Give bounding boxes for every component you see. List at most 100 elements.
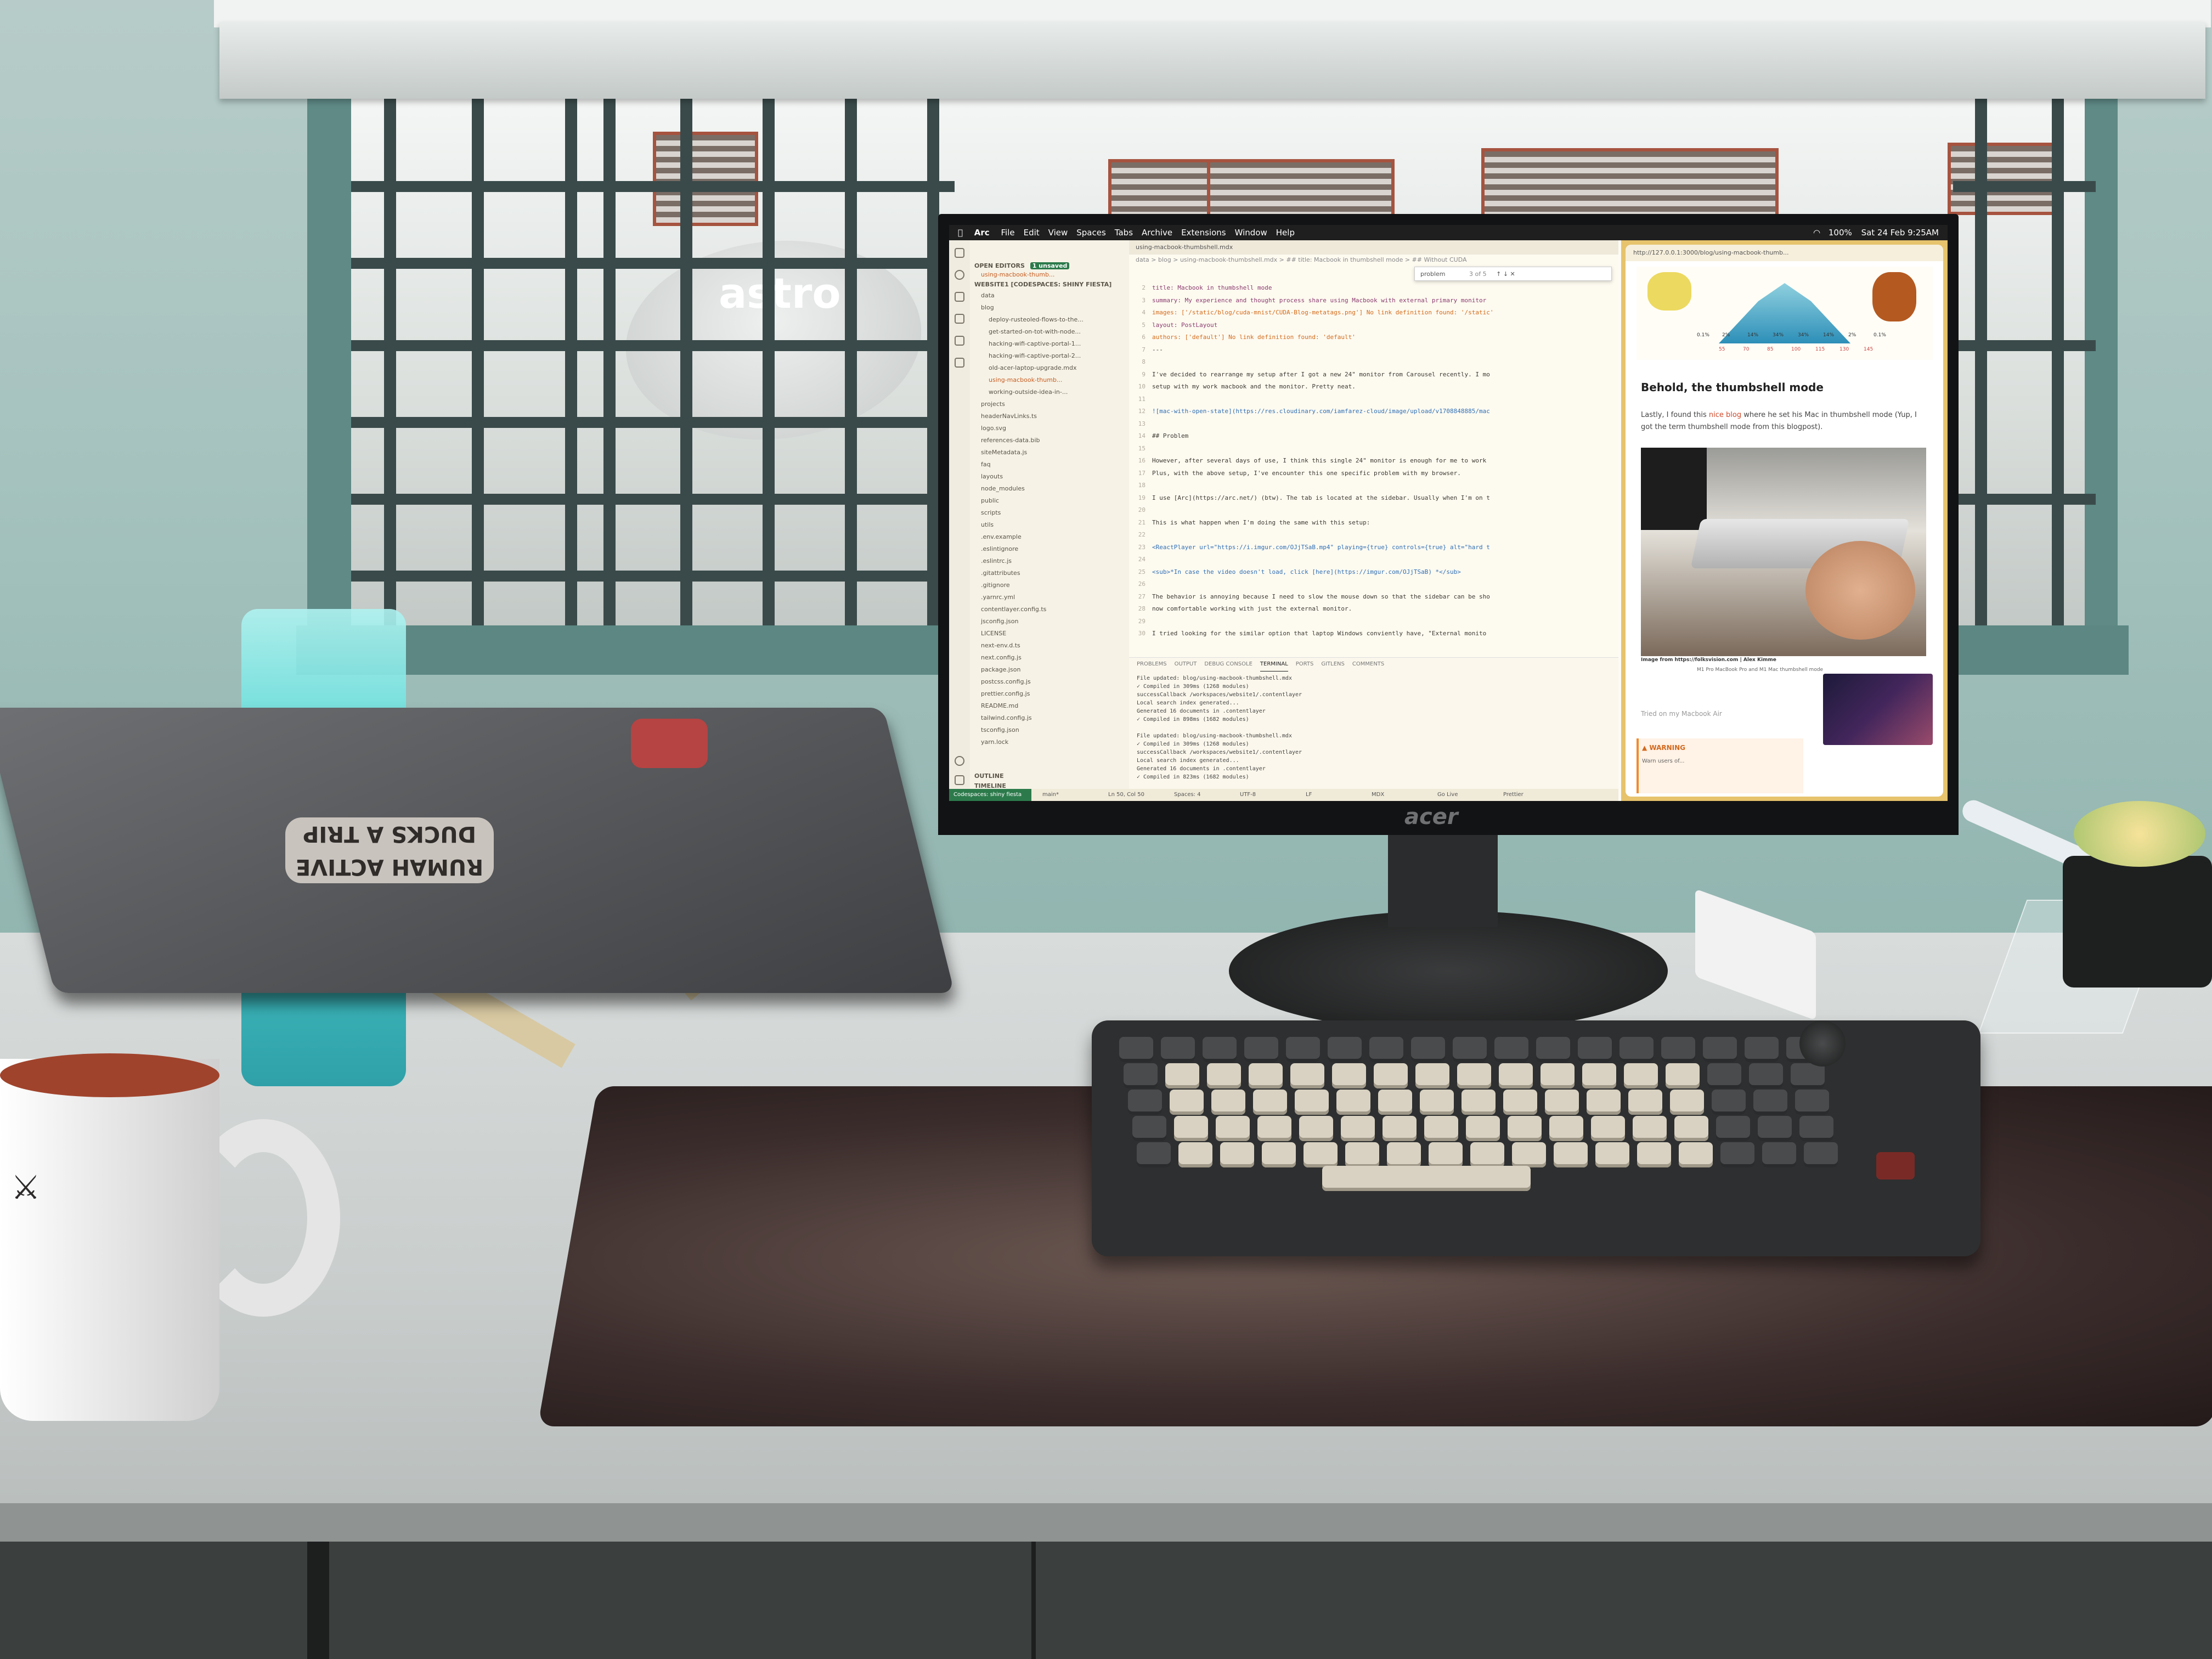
explorer-item[interactable]: .gitignore: [981, 582, 1010, 589]
explorer-item[interactable]: logo.svg: [981, 425, 1006, 432]
status-item[interactable]: Go Live: [1437, 789, 1458, 801]
explorer-item[interactable]: utils: [981, 521, 994, 528]
clock[interactable]: Sat 24 Feb 9:25AM: [1861, 228, 1939, 238]
code-line[interactable]: 23 <ReactPlayer url="https://i.imgur.com/…: [1129, 544, 1490, 551]
code-line[interactable]: 19 I use [Arc](https://arc.net/) (btw). T…: [1129, 494, 1490, 501]
menu-app-name[interactable]: Arc: [974, 225, 990, 240]
apple-icon[interactable]: : [958, 225, 963, 240]
explorer-item[interactable]: .yarnrc.yml: [981, 594, 1015, 601]
explorer-item[interactable]: old-acer-laptop-upgrade.mdx: [989, 364, 1077, 371]
code-line[interactable]: 26: [1129, 580, 1152, 588]
code-line[interactable]: 14 ## Problem: [1129, 432, 1188, 439]
code-line[interactable]: 7 ---: [1129, 346, 1163, 353]
code-line[interactable]: 17 Plus, with the above setup, I've encou…: [1129, 470, 1461, 477]
search-icon[interactable]: [955, 270, 964, 280]
explorer-item[interactable]: hacking-wifi-captive-portal-1...: [989, 340, 1081, 347]
explorer-item[interactable]: next-env.d.ts: [981, 642, 1020, 649]
workspace-header[interactable]: WEBSITE1 [CODESPACES: SHINY FIESTA]: [974, 281, 1111, 288]
code-line[interactable]: 6 authors: ['default'] No link definition…: [1129, 334, 1356, 341]
status-item[interactable]: Prettier: [1503, 789, 1523, 801]
run-debug-icon[interactable]: [955, 314, 964, 324]
explorer-item[interactable]: public: [981, 497, 999, 504]
video-thumbnail[interactable]: [1823, 674, 1933, 745]
code-line[interactable]: 20: [1129, 506, 1152, 514]
find-input[interactable]: problem: [1420, 270, 1446, 278]
menu-edit[interactable]: Edit: [1024, 225, 1040, 240]
code-line[interactable]: 13: [1129, 420, 1152, 427]
menu-window[interactable]: Window: [1235, 225, 1267, 240]
code-line[interactable]: 3 summary: My experience and thought proc…: [1129, 297, 1486, 304]
wifi-icon[interactable]: ◠: [1813, 228, 1820, 238]
explorer-item[interactable]: prettier.config.js: [981, 690, 1030, 697]
find-widget[interactable]: problem 3 of 5 ↑ ↓ ✕: [1414, 267, 1612, 281]
code-line[interactable]: 27 The behavior is annoying because I nee…: [1129, 593, 1490, 600]
explorer-item[interactable]: yarn.lock: [981, 738, 1008, 746]
code-line[interactable]: 2 title: Macbook in thumbshell mode: [1129, 284, 1272, 291]
remote-explorer-icon[interactable]: [955, 358, 964, 368]
open-editors-header[interactable]: OPEN EDITORS 1 unsaved: [974, 262, 1070, 269]
gear-icon[interactable]: [955, 775, 964, 785]
code-line[interactable]: 4 images: ['/static/blog/cuda-mnist/CUDA-…: [1129, 309, 1493, 316]
explorer-item[interactable]: package.json: [981, 666, 1020, 673]
explorer-item[interactable]: hacking-wifi-captive-portal-2...: [989, 352, 1081, 359]
code-line[interactable]: 25 <sub>*In case the video doesn't load, …: [1129, 568, 1461, 575]
find-next-icon[interactable]: ↓: [1503, 270, 1508, 278]
battery-label[interactable]: 100%: [1829, 228, 1852, 238]
code-line[interactable]: 21 This is what happen when I'm doing the…: [1129, 519, 1370, 526]
code-line[interactable]: 28 now comfortable working with just the …: [1129, 605, 1352, 612]
panel-tab-gitlens[interactable]: GITLENS: [1321, 658, 1345, 671]
nice-blog-link[interactable]: nice blog: [1709, 411, 1741, 419]
explorer-item[interactable]: get-started-on-tot-with-node...: [989, 328, 1081, 335]
menu-view[interactable]: View: [1048, 225, 1068, 240]
explorer-item[interactable]: postcss.config.js: [981, 678, 1031, 685]
code-line[interactable]: 8: [1129, 358, 1152, 365]
code-line[interactable]: 10 setup with my work macbook and the mon…: [1129, 383, 1356, 390]
explorer-item[interactable]: layouts: [981, 473, 1003, 480]
code-line[interactable]: 30 I tried looking for the similar option…: [1129, 630, 1487, 637]
editor-tab[interactable]: using-macbook-thumbshell.mdx: [1136, 244, 1233, 251]
explorer-item[interactable]: data: [981, 292, 995, 299]
explorer-item[interactable]: blog: [981, 304, 994, 311]
find-prev-icon[interactable]: ↑: [1496, 270, 1501, 278]
code-line[interactable]: 9 I've decided to rearrange my setup afte…: [1129, 371, 1490, 378]
source-control-icon[interactable]: [955, 292, 964, 302]
status-item[interactable]: LF: [1306, 789, 1312, 801]
explorer-item[interactable]: headerNavLinks.ts: [981, 413, 1037, 420]
panel-tab-output[interactable]: OUTPUT: [1175, 658, 1197, 671]
status-item[interactable]: MDX: [1372, 789, 1384, 801]
code-line[interactable]: 5 layout: PostLayout: [1129, 321, 1217, 329]
explorer-item[interactable]: jsconfig.json: [981, 618, 1018, 625]
account-icon[interactable]: [955, 756, 964, 766]
explorer-item[interactable]: projects: [981, 400, 1005, 408]
explorer-item[interactable]: next.config.js: [981, 654, 1022, 661]
menu-extensions[interactable]: Extensions: [1181, 225, 1226, 240]
code-line[interactable]: 15: [1129, 445, 1152, 452]
explorer-item[interactable]: using-macbook-thumb...: [989, 376, 1062, 383]
menu-file[interactable]: File: [1001, 225, 1014, 240]
extensions-icon[interactable]: [955, 336, 964, 346]
remote-indicator[interactable]: Codespaces: shiny fiesta: [949, 789, 1031, 801]
explorer-item[interactable]: .eslintrc.js: [981, 557, 1012, 565]
code-line[interactable]: 24: [1129, 556, 1152, 563]
explorer-item[interactable]: .gitattributes: [981, 569, 1020, 577]
status-item[interactable]: main*: [1042, 789, 1059, 801]
explorer-item[interactable]: .env.example: [981, 533, 1022, 540]
code-line[interactable]: 29: [1129, 618, 1152, 625]
explorer-item[interactable]: LICENSE: [981, 630, 1006, 637]
menu-spaces[interactable]: Spaces: [1076, 225, 1106, 240]
explorer-item[interactable]: working-outside-idea-in-...: [989, 388, 1068, 396]
panel-tab-terminal[interactable]: TERMINAL: [1260, 658, 1288, 672]
panel-tab-debug-console[interactable]: DEBUG CONSOLE: [1204, 658, 1252, 671]
panel-tab-comments[interactable]: COMMENTS: [1352, 658, 1384, 671]
status-item[interactable]: Ln 50, Col 50: [1108, 789, 1144, 801]
code-line[interactable]: 11: [1129, 396, 1152, 403]
explorer-item[interactable]: siteMetadata.js: [981, 449, 1027, 456]
explorer-item[interactable]: tsconfig.json: [981, 726, 1019, 733]
menu-archive[interactable]: Archive: [1142, 225, 1172, 240]
explorer-item[interactable]: references-data.bib: [981, 437, 1040, 444]
explorer-item[interactable]: tailwind.config.js: [981, 714, 1032, 721]
menu-tabs[interactable]: Tabs: [1115, 225, 1133, 240]
outline-header[interactable]: OUTLINE: [974, 772, 1004, 780]
explorer-icon[interactable]: [955, 248, 964, 258]
status-item[interactable]: UTF-8: [1240, 789, 1256, 801]
